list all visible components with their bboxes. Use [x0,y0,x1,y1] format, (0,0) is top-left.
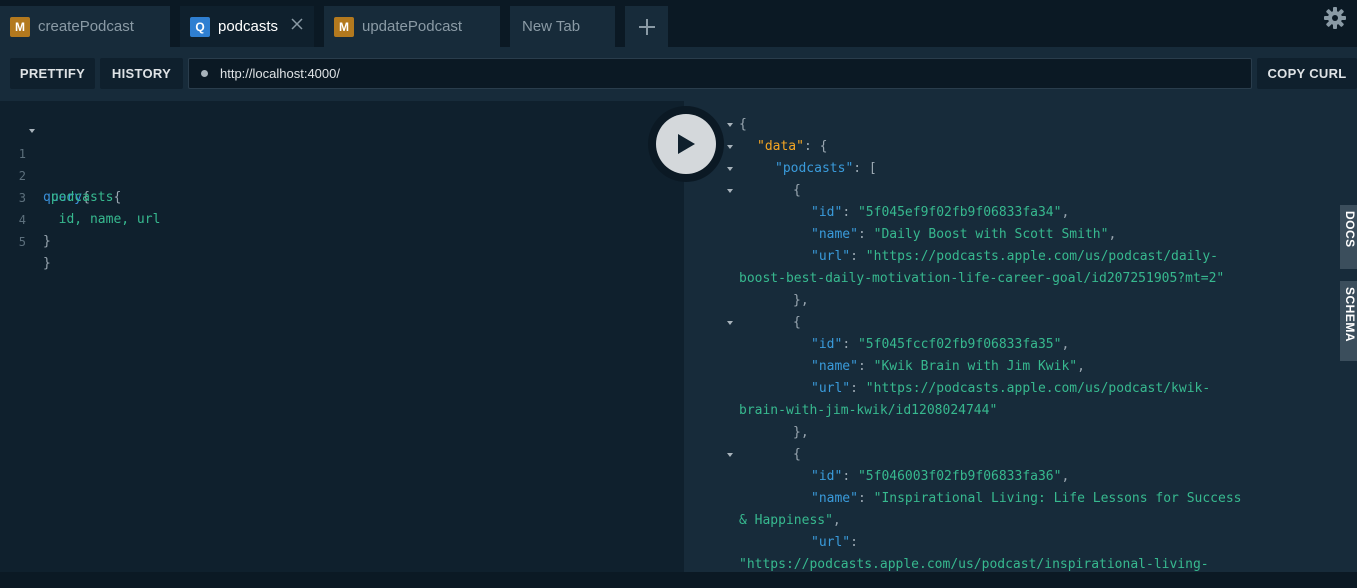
schema-tab-label: SCHEMA [1343,287,1357,343]
tab-label: createPodcast [38,18,134,35]
editor-line: 3 id, name, url [0,165,161,227]
result-line: "podcasts": [ [775,161,877,176]
history-button[interactable]: HISTORY [100,58,183,89]
podcasts-key: "podcasts" [775,161,854,176]
data-key: "data" [757,139,804,154]
field-name: podcasts [43,190,114,205]
result-viewer[interactable]: { "data": { "podcasts": [ { "id": "5f045… [684,101,1357,572]
result-line: "name": "Kwik Brain with Jim Kwik", [811,359,1085,374]
fold-arrow-icon[interactable] [727,189,733,193]
field-list: id, name, url [43,212,161,227]
bottom-bar [0,572,1357,588]
query-badge-icon: Q [190,16,210,37]
result-line: { [793,447,801,462]
add-tab-button[interactable] [625,6,668,47]
tab-podcasts[interactable]: Q podcasts [180,6,314,47]
result-line: "url": "https://podcasts.apple.com/us/po… [811,249,1218,264]
editor-line: 5 } [0,209,51,271]
tab-update-podcast[interactable]: M updatePodcast [324,6,500,47]
result-line: brain-with-jim-kwik/id1208024744" [739,400,997,422]
result-line: "url": "https://podcasts.apple.com/us/po… [811,381,1211,396]
copy-curl-button[interactable]: COPY CURL [1257,58,1357,89]
podcast-name: "Daily Boost with Scott Smith" [873,227,1109,242]
docs-tab-label: DOCS [1343,211,1357,248]
query-editor[interactable]: 1 query{ 2 podcasts{ 3 id, name, url 4 }… [0,101,684,572]
tab-new-tab[interactable]: New Tab [510,6,615,47]
podcast-url: "https://podcasts.apple.com/us/podcast/d… [865,249,1218,264]
mutation-badge-icon: M [10,16,30,37]
podcast-url: "https://podcasts.apple.com/us/podcast/i… [739,557,1209,572]
result-line: "id": "5f046003f02fb9f06833fa36", [811,469,1070,484]
tab-label: New Tab [522,18,581,35]
execute-query-button[interactable] [648,106,724,182]
result-line: "https://podcasts.apple.com/us/podcast/i… [739,554,1209,572]
podcast-url-cont: boost-best-daily-motivation-life-career-… [739,271,1225,286]
prettify-button[interactable]: PRETTIFY [10,58,95,89]
fold-arrow-icon[interactable] [727,145,733,149]
close-icon[interactable] [290,17,304,31]
result-line: & Happiness", [739,513,841,528]
schema-tab[interactable]: SCHEMA [1340,281,1357,361]
podcast-name: "Kwik Brain with Jim Kwik" [873,359,1078,374]
result-line: "name": "Inspirational Living: Life Less… [811,491,1242,506]
podcast-url-cont: brain-with-jim-kwik/id1208024744" [739,403,998,418]
status-dot-icon [201,70,208,77]
toolbar: PRETTIFY HISTORY http://localhost:4000/ … [0,47,1357,101]
result-line: "url": [811,535,858,550]
podcast-name: "Inspirational Living: Life Lessons for … [873,491,1242,506]
podcast-id: "5f045fccf02fb9f06833fa35" [857,337,1062,352]
gear-icon[interactable] [1323,6,1347,30]
editor-line: 2 podcasts{ [0,143,122,205]
tab-bar: M createPodcast Q podcasts M updatePodca… [0,0,1357,47]
podcast-id: "5f046003f02fb9f06833fa36" [857,469,1062,484]
fold-arrow-icon[interactable] [727,123,733,127]
podcast-url: "https://podcasts.apple.com/us/podcast/k… [865,381,1211,396]
play-button-face [656,114,716,174]
podcast-name-cont: & Happiness" [739,513,833,528]
fold-arrow-icon[interactable] [727,167,733,171]
plus-icon [638,18,655,35]
punctuation: { [113,190,122,205]
punctuation: } [43,256,51,271]
result-line: "id": "5f045fccf02fb9f06833fa35", [811,337,1070,352]
podcast-id: "5f045ef9f02fb9f06833fa34" [857,205,1062,220]
result-line: boost-best-daily-motivation-life-career-… [739,268,1224,290]
mutation-badge-icon: M [334,16,354,37]
result-line: "name": "Daily Boost with Scott Smith", [811,227,1117,242]
tab-create-podcast[interactable]: M createPodcast [0,6,170,47]
result-line: { [793,183,801,198]
result-line: "id": "5f045ef9f02fb9f06833fa34", [811,205,1070,220]
endpoint-url: http://localhost:4000/ [220,66,340,81]
tab-label: podcasts [218,18,279,35]
fold-arrow-icon[interactable] [727,321,733,325]
fold-arrow-icon[interactable] [29,129,35,133]
line-number: 5 [18,235,26,249]
editor-line: 1 query{ [0,121,90,205]
result-line: "data": { [757,139,828,154]
play-icon [678,134,695,154]
tab-label: updatePodcast [362,18,463,35]
fold-arrow-icon[interactable] [727,453,733,457]
result-line: }, [793,425,809,440]
result-line: { [793,315,801,330]
result-line: { [739,117,747,132]
docs-tab[interactable]: DOCS [1340,205,1357,269]
result-line: }, [793,293,809,308]
editor-line: 4 } [0,187,51,249]
graphql-playground: M createPodcast Q podcasts M updatePodca… [0,0,1357,588]
endpoint-url-input[interactable]: http://localhost:4000/ [188,58,1252,89]
